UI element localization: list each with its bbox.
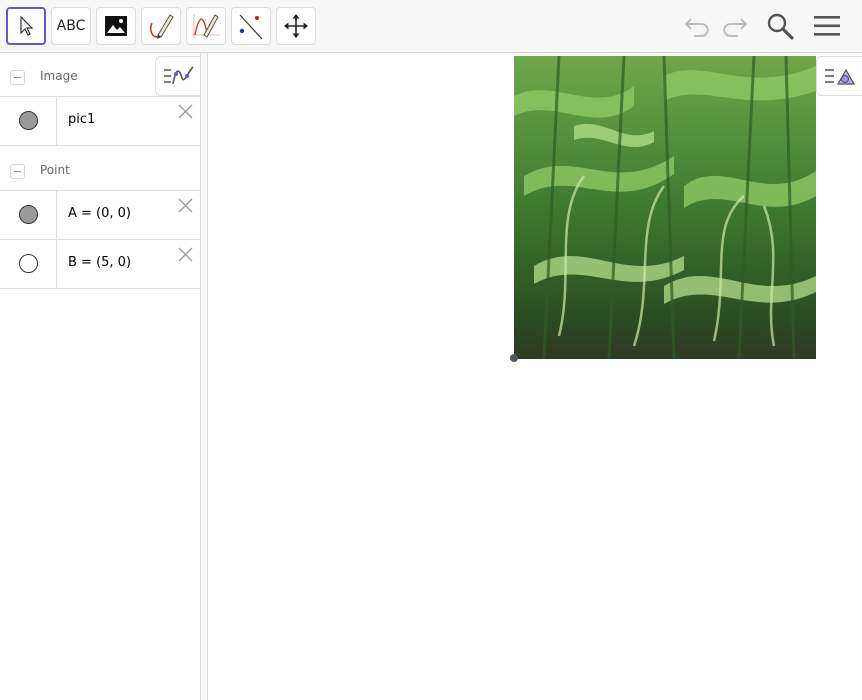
redo-button[interactable] — [719, 10, 751, 42]
object-definition[interactable]: A = (0, 0) — [68, 206, 131, 221]
freehand-function-tool[interactable] — [186, 7, 226, 45]
marble-cell — [0, 240, 57, 288]
group-header-point[interactable]: Point — [0, 147, 201, 191]
algebra-view: Image pic1 Point A = (0, 0) B = (5, 0) — [0, 53, 201, 700]
point-on-line-icon — [239, 14, 263, 40]
cursor-arrow-icon — [20, 15, 34, 36]
graphics-style-icon — [824, 68, 855, 85]
view-splitter[interactable] — [200, 53, 208, 700]
freehand-function-icon — [192, 14, 220, 38]
visibility-marble[interactable] — [19, 111, 38, 130]
main-menu-button[interactable] — [811, 10, 843, 42]
text-tool[interactable]: ABC — [51, 7, 91, 45]
collapse-icon[interactable] — [10, 164, 25, 179]
marble-cell — [0, 191, 57, 239]
marble-cell — [0, 97, 57, 145]
toolbar: ABC — [0, 0, 862, 53]
undo-button[interactable] — [681, 10, 713, 42]
redo-icon — [723, 18, 748, 37]
group-label: Image — [40, 69, 78, 83]
menu-icon — [814, 16, 840, 36]
algebra-row-point-a[interactable]: A = (0, 0) — [0, 191, 201, 240]
graphics-style-bar-button[interactable] — [816, 56, 862, 96]
object-definition[interactable]: pic1 — [68, 112, 95, 127]
point-on-line-tool[interactable] — [231, 7, 271, 45]
visibility-marble[interactable] — [19, 254, 38, 273]
algebra-row-point-b[interactable]: B = (5, 0) — [0, 240, 201, 289]
collapse-icon[interactable] — [10, 70, 25, 85]
pen-tool[interactable] — [141, 7, 181, 45]
pen-icon — [149, 14, 174, 39]
algebra-style-bar-button[interactable] — [155, 56, 201, 96]
object-definition[interactable]: B = (5, 0) — [68, 255, 131, 270]
undo-icon — [684, 18, 709, 37]
image-tool[interactable] — [96, 7, 136, 45]
search-icon — [767, 13, 794, 40]
algebra-row-pic1[interactable]: pic1 — [0, 97, 201, 146]
visibility-marble[interactable] — [19, 205, 38, 224]
move-tool[interactable] — [6, 7, 46, 45]
move-graphics-view-tool[interactable] — [276, 7, 316, 45]
point-a[interactable] — [510, 354, 518, 362]
delete-icon[interactable] — [177, 103, 194, 120]
text-tool-label: ABC — [56, 18, 86, 34]
cornfield-image[interactable] — [514, 56, 816, 359]
search-button[interactable] — [764, 10, 796, 42]
delete-icon[interactable] — [177, 246, 194, 263]
delete-icon[interactable] — [177, 197, 194, 214]
group-label: Point — [40, 163, 70, 177]
move-arrows-icon — [284, 14, 308, 38]
algebra-style-icon — [163, 66, 194, 85]
image-icon — [105, 16, 127, 36]
cornfield-picture — [514, 56, 816, 359]
